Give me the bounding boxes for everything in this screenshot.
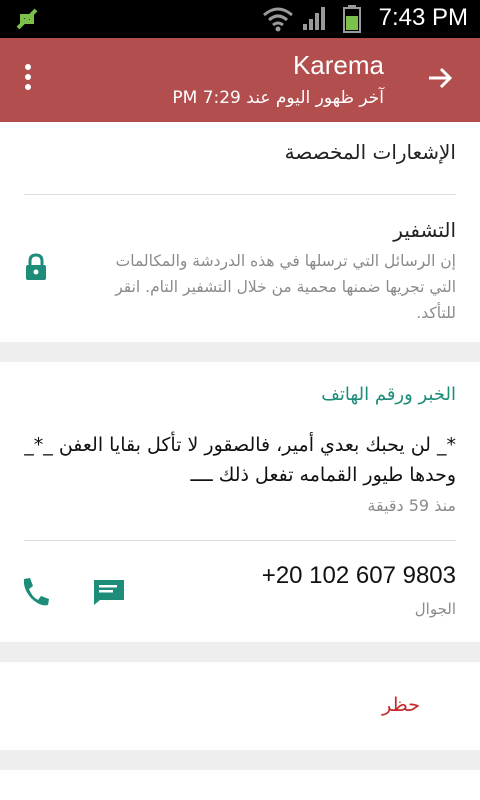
call-icon[interactable]: [20, 576, 50, 608]
usb-debug-icon: [16, 8, 38, 30]
battery-icon: [343, 5, 361, 33]
phone-type-label: الجوال: [414, 600, 456, 618]
status-bar: 7:43 PM: [0, 0, 480, 38]
signal-icon: [303, 7, 325, 30]
actions-card: حظر: [0, 662, 480, 750]
lock-icon: [26, 253, 46, 280]
status-time: 7:43 PM: [378, 4, 468, 31]
settings-card: الإشعارات المخصصة التشفير إن الرسائل الت…: [0, 122, 480, 342]
encryption-description: إن الرسائل التي ترسلها في هذه الدردشة وا…: [115, 252, 456, 322]
contact-name: Karema: [292, 50, 384, 80]
divider: [24, 540, 456, 541]
section-title: الخبر ورقم الهاتف: [321, 384, 456, 405]
divider: [24, 194, 456, 195]
encryption-title[interactable]: التشفير: [393, 218, 456, 242]
custom-notifications-item[interactable]: الإشعارات المخصصة: [285, 140, 456, 164]
about-phone-card: الخبر ورقم الهاتف *_ لن يحبك بعدي أمير، …: [0, 362, 480, 642]
overflow-menu-icon[interactable]: [16, 64, 40, 96]
about-status[interactable]: *_ لن يحبك بعدي أمير، فالصقور لا تأكل بق…: [24, 430, 456, 490]
next-card: [0, 770, 480, 800]
block-button[interactable]: حظر: [382, 694, 420, 716]
last-seen: آخر ظهور اليوم عند 7:29 PM: [172, 88, 384, 108]
message-icon[interactable]: [92, 578, 126, 606]
back-arrow-icon[interactable]: [426, 64, 454, 92]
chat-info-header: Karema آخر ظهور اليوم عند 7:29 PM: [0, 38, 480, 122]
phone-number[interactable]: +20 102 607 9803: [262, 562, 456, 590]
status-timestamp: منذ 59 دقيقة: [367, 496, 456, 515]
wifi-icon: [263, 7, 293, 32]
